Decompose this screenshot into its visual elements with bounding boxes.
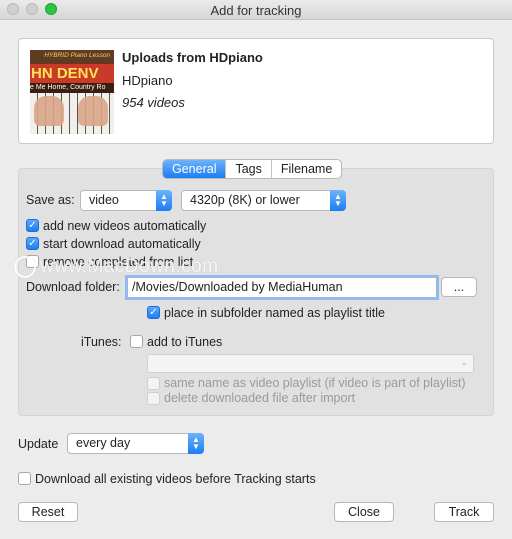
playlist-video-count: 954 videos bbox=[122, 95, 185, 110]
update-label: Update bbox=[18, 437, 59, 451]
hand-graphic-left bbox=[34, 96, 64, 126]
download-folder-label: Download folder: bbox=[26, 280, 120, 294]
chevron-down-icon: ⌄ bbox=[460, 357, 468, 367]
select-arrows-icon: ▲ ▼ bbox=[330, 190, 346, 211]
watermark-logo-icon bbox=[14, 256, 36, 278]
add-new-videos-label: add new videos automatically bbox=[43, 219, 207, 233]
track-button[interactable]: Track bbox=[434, 502, 494, 522]
playlist-title: Uploads from HDpiano bbox=[122, 50, 263, 65]
quality-select-value: 4320p (8K) or lower bbox=[190, 193, 300, 207]
select-arrows-icon: ▲ ▼ bbox=[188, 433, 204, 454]
add-to-itunes-label: add to iTunes bbox=[147, 335, 223, 349]
tab-tags[interactable]: Tags bbox=[226, 160, 272, 178]
format-select[interactable]: video ▲ ▼ bbox=[80, 190, 172, 211]
reset-button[interactable]: Reset bbox=[18, 502, 78, 522]
tab-filename[interactable]: Filename bbox=[272, 160, 341, 178]
quality-select[interactable]: 4320p (8K) or lower ▲ ▼ bbox=[181, 190, 346, 211]
download-all-checkbox[interactable] bbox=[18, 472, 31, 485]
playlist-thumbnail: HYBRID Piano Lesson HN DENV e Me Home, C… bbox=[30, 50, 114, 134]
itunes-playlist-select: ⌄ bbox=[147, 354, 474, 373]
window-title: Add for tracking bbox=[210, 3, 302, 18]
tab-general[interactable]: General bbox=[163, 160, 227, 178]
save-as-label: Save as: bbox=[26, 193, 75, 207]
start-download-label: start download automatically bbox=[43, 237, 201, 251]
same-name-label: same name as video playlist (if video is… bbox=[164, 376, 466, 390]
settings-tabs: General Tags Filename bbox=[162, 159, 343, 179]
itunes-label: iTunes: bbox=[81, 335, 122, 349]
subfolder-checkbox[interactable]: ✓ bbox=[147, 306, 160, 319]
update-frequency-value: every day bbox=[76, 436, 131, 450]
hand-graphic-right bbox=[78, 96, 108, 126]
delete-after-import-label: delete downloaded file after import bbox=[164, 391, 356, 405]
format-select-value: video bbox=[89, 193, 119, 207]
thumbnail-subtitle-text: e Me Home, Country Ro bbox=[30, 83, 114, 93]
watermark: www.MacDown.com bbox=[14, 256, 219, 278]
close-button[interactable]: Close bbox=[334, 502, 394, 522]
download-all-label: Download all existing videos before Trac… bbox=[35, 472, 316, 486]
thumbnail-top-text: HYBRID Piano Lesson bbox=[44, 52, 110, 59]
update-frequency-select[interactable]: every day ▲ ▼ bbox=[67, 433, 204, 454]
delete-after-import-checkbox bbox=[147, 392, 160, 405]
same-name-checkbox bbox=[147, 377, 160, 390]
thumbnail-banner-text: HN DENV bbox=[30, 64, 114, 83]
browse-folder-button[interactable]: ... bbox=[441, 277, 477, 297]
playlist-card: HYBRID Piano Lesson HN DENV e Me Home, C… bbox=[18, 38, 494, 144]
title-bar: Add for tracking bbox=[0, 0, 512, 20]
subfolder-label: place in subfolder named as playlist tit… bbox=[164, 306, 385, 320]
start-download-checkbox[interactable]: ✓ bbox=[26, 237, 39, 250]
download-folder-field[interactable]: /Movies/Downloaded by MediaHuman bbox=[127, 277, 437, 298]
add-to-itunes-checkbox[interactable] bbox=[130, 335, 143, 348]
watermark-text: www.MacDown.com bbox=[40, 256, 219, 278]
select-arrows-icon: ▲ ▼ bbox=[156, 190, 172, 211]
add-new-videos-checkbox[interactable]: ✓ bbox=[26, 219, 39, 232]
playlist-author: HDpiano bbox=[122, 73, 173, 88]
